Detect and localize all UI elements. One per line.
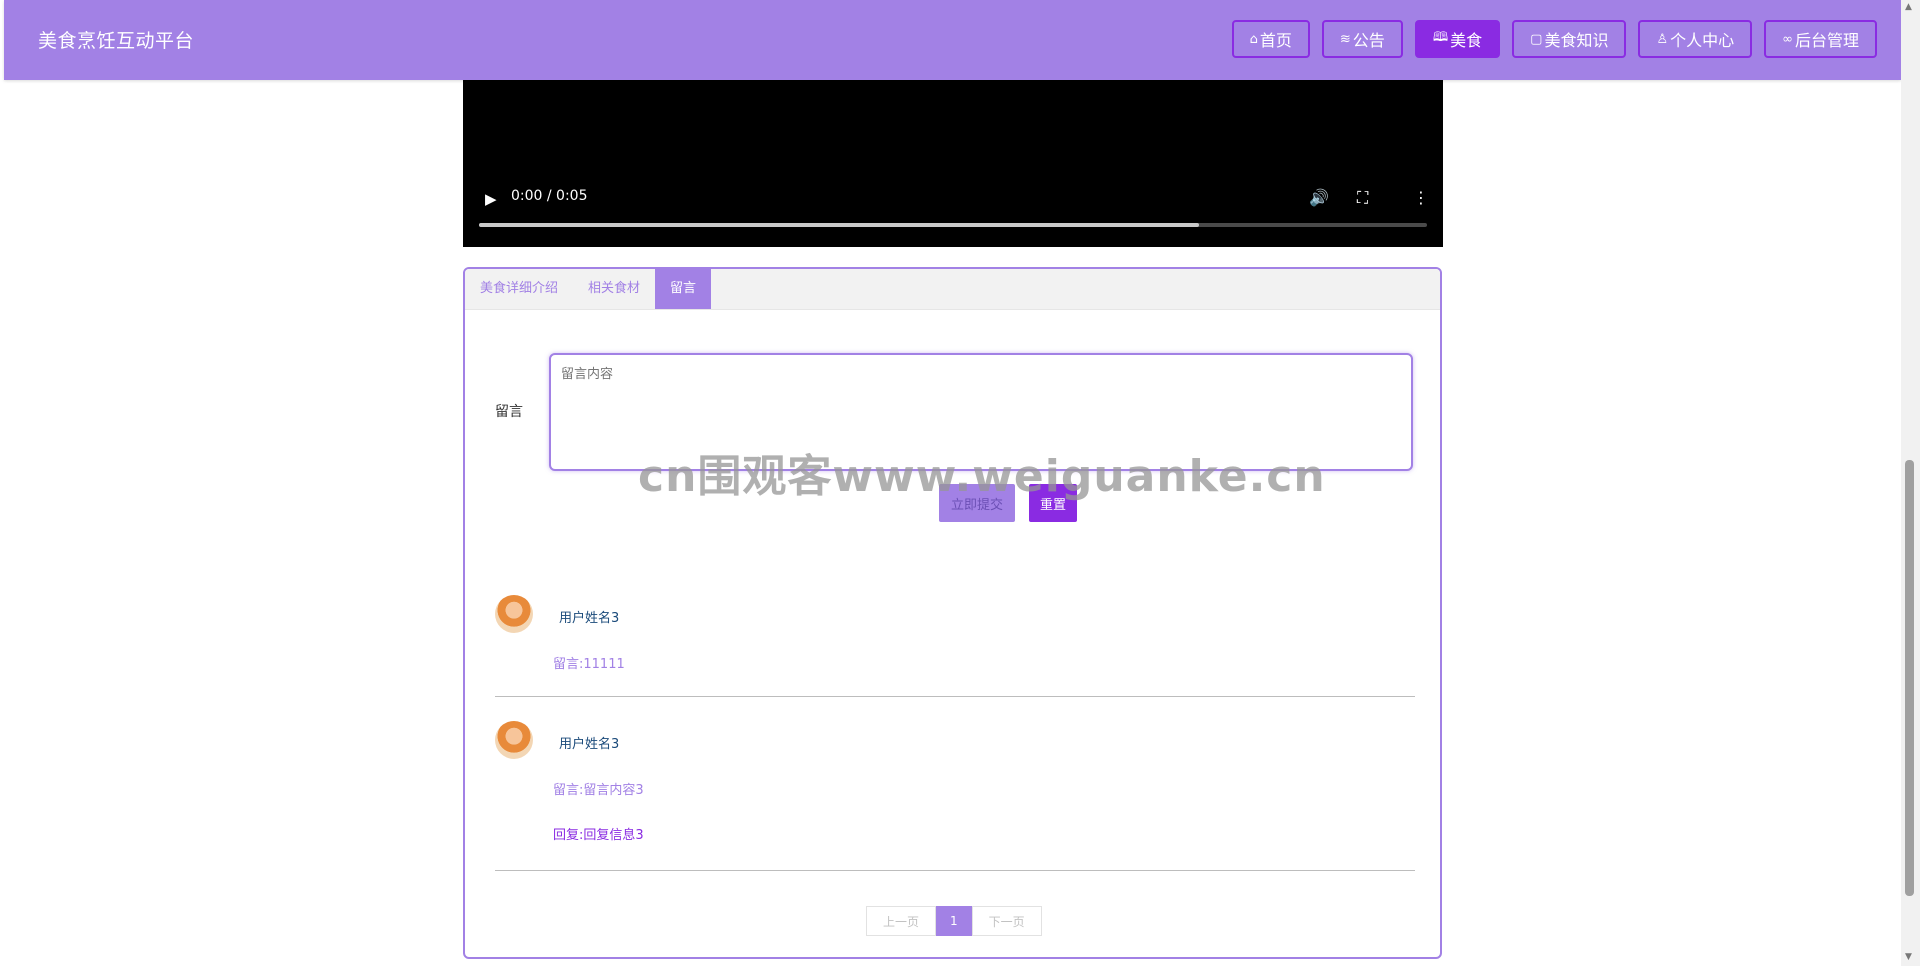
tab-bar: 美食详细介绍 相关食材 留言	[465, 269, 1440, 310]
nav-notice-button[interactable]: ≋ 公告	[1321, 20, 1403, 58]
list-item: 用户姓名3 留言:留言内容3 回复:回复信息3	[495, 721, 1415, 891]
nav-label: 后台管理	[1794, 31, 1859, 50]
page-scrollbar[interactable]: ▲ ▼	[1901, 0, 1920, 966]
book-icon: 🕮	[1432, 30, 1449, 45]
comment-divider	[495, 870, 1415, 871]
nav-label: 美食知识	[1544, 31, 1609, 50]
tab-ingredients[interactable]: 相关食材	[573, 269, 655, 309]
nav-admin-button[interactable]: ∞ 后台管理	[1764, 20, 1877, 58]
nav-knowledge-button[interactable]: ▢ 美食知识	[1512, 20, 1627, 58]
link-icon: ∞	[1782, 31, 1793, 47]
article-icon: ▢	[1530, 31, 1543, 47]
scroll-up-icon[interactable]: ▲	[1905, 2, 1912, 12]
comment-label: 留言	[495, 404, 523, 420]
video-time: 0:00 / 0:05	[511, 188, 588, 204]
pagination: 上一页 1 下一页	[866, 906, 1042, 936]
watermark-text: cn围观客www.weiguanke.cn	[638, 451, 1326, 502]
fullscreen-icon[interactable]: ⛶	[1357, 188, 1368, 208]
video-progress-fill	[479, 223, 1200, 227]
more-options-icon[interactable]: ⋮	[1413, 188, 1429, 207]
tab-comments[interactable]: 留言	[655, 269, 712, 309]
top-header: 美食烹饪互动平台 ⌂ 首页 ≋ 公告 🕮 美食 ▢ 美食知识 ♙ 个人中心 ∞ …	[4, 0, 1901, 80]
next-page-button[interactable]: 下一页	[971, 906, 1042, 936]
detail-tab-panel: 美食详细介绍 相关食材 留言 留言 立即提交 重置 用户姓名3 留言:11111…	[463, 267, 1442, 959]
nav-label: 公告	[1352, 31, 1385, 50]
layers-icon: ≋	[1339, 31, 1351, 47]
volume-icon[interactable]: 🔊	[1309, 188, 1329, 207]
scroll-down-icon[interactable]: ▼	[1905, 952, 1912, 962]
nav-profile-button[interactable]: ♙ 个人中心	[1638, 20, 1753, 58]
nav-label: 美食	[1450, 31, 1483, 50]
comment-reply: 回复:回复信息3	[553, 828, 644, 843]
nav-label: 个人中心	[1670, 31, 1735, 50]
avatar	[495, 595, 533, 633]
tab-food-detail[interactable]: 美食详细介绍	[465, 269, 573, 309]
comment-user-name: 用户姓名3	[559, 611, 620, 626]
nav-food-button[interactable]: 🕮 美食	[1414, 20, 1501, 58]
comment-divider	[495, 696, 1415, 697]
video-player[interactable]: ▶ 0:00 / 0:05 🔊 ⛶ ⋮	[463, 80, 1443, 247]
scrollbar-thumb[interactable]	[1905, 460, 1914, 896]
site-brand[interactable]: 美食烹饪互动平台	[38, 26, 194, 53]
home-icon: ⌂	[1249, 31, 1258, 47]
nav-label: 首页	[1259, 31, 1292, 50]
main-nav: ⌂ 首页 ≋ 公告 🕮 美食 ▢ 美食知识 ♙ 个人中心 ∞ 后台管理	[1220, 20, 1877, 58]
comment-user-name: 用户姓名3	[559, 737, 620, 752]
avatar	[495, 721, 533, 759]
prev-page-button[interactable]: 上一页	[866, 906, 937, 936]
list-item: 用户姓名3 留言:11111	[495, 595, 1415, 715]
user-icon: ♙	[1656, 31, 1669, 47]
comment-text: 留言:11111	[553, 657, 625, 672]
nav-home-button[interactable]: ⌂ 首页	[1231, 20, 1310, 58]
play-icon[interactable]: ▶	[485, 190, 497, 208]
comment-text: 留言:留言内容3	[553, 783, 644, 798]
video-progress-bar[interactable]	[479, 223, 1427, 227]
page-number-current[interactable]: 1	[936, 906, 972, 936]
